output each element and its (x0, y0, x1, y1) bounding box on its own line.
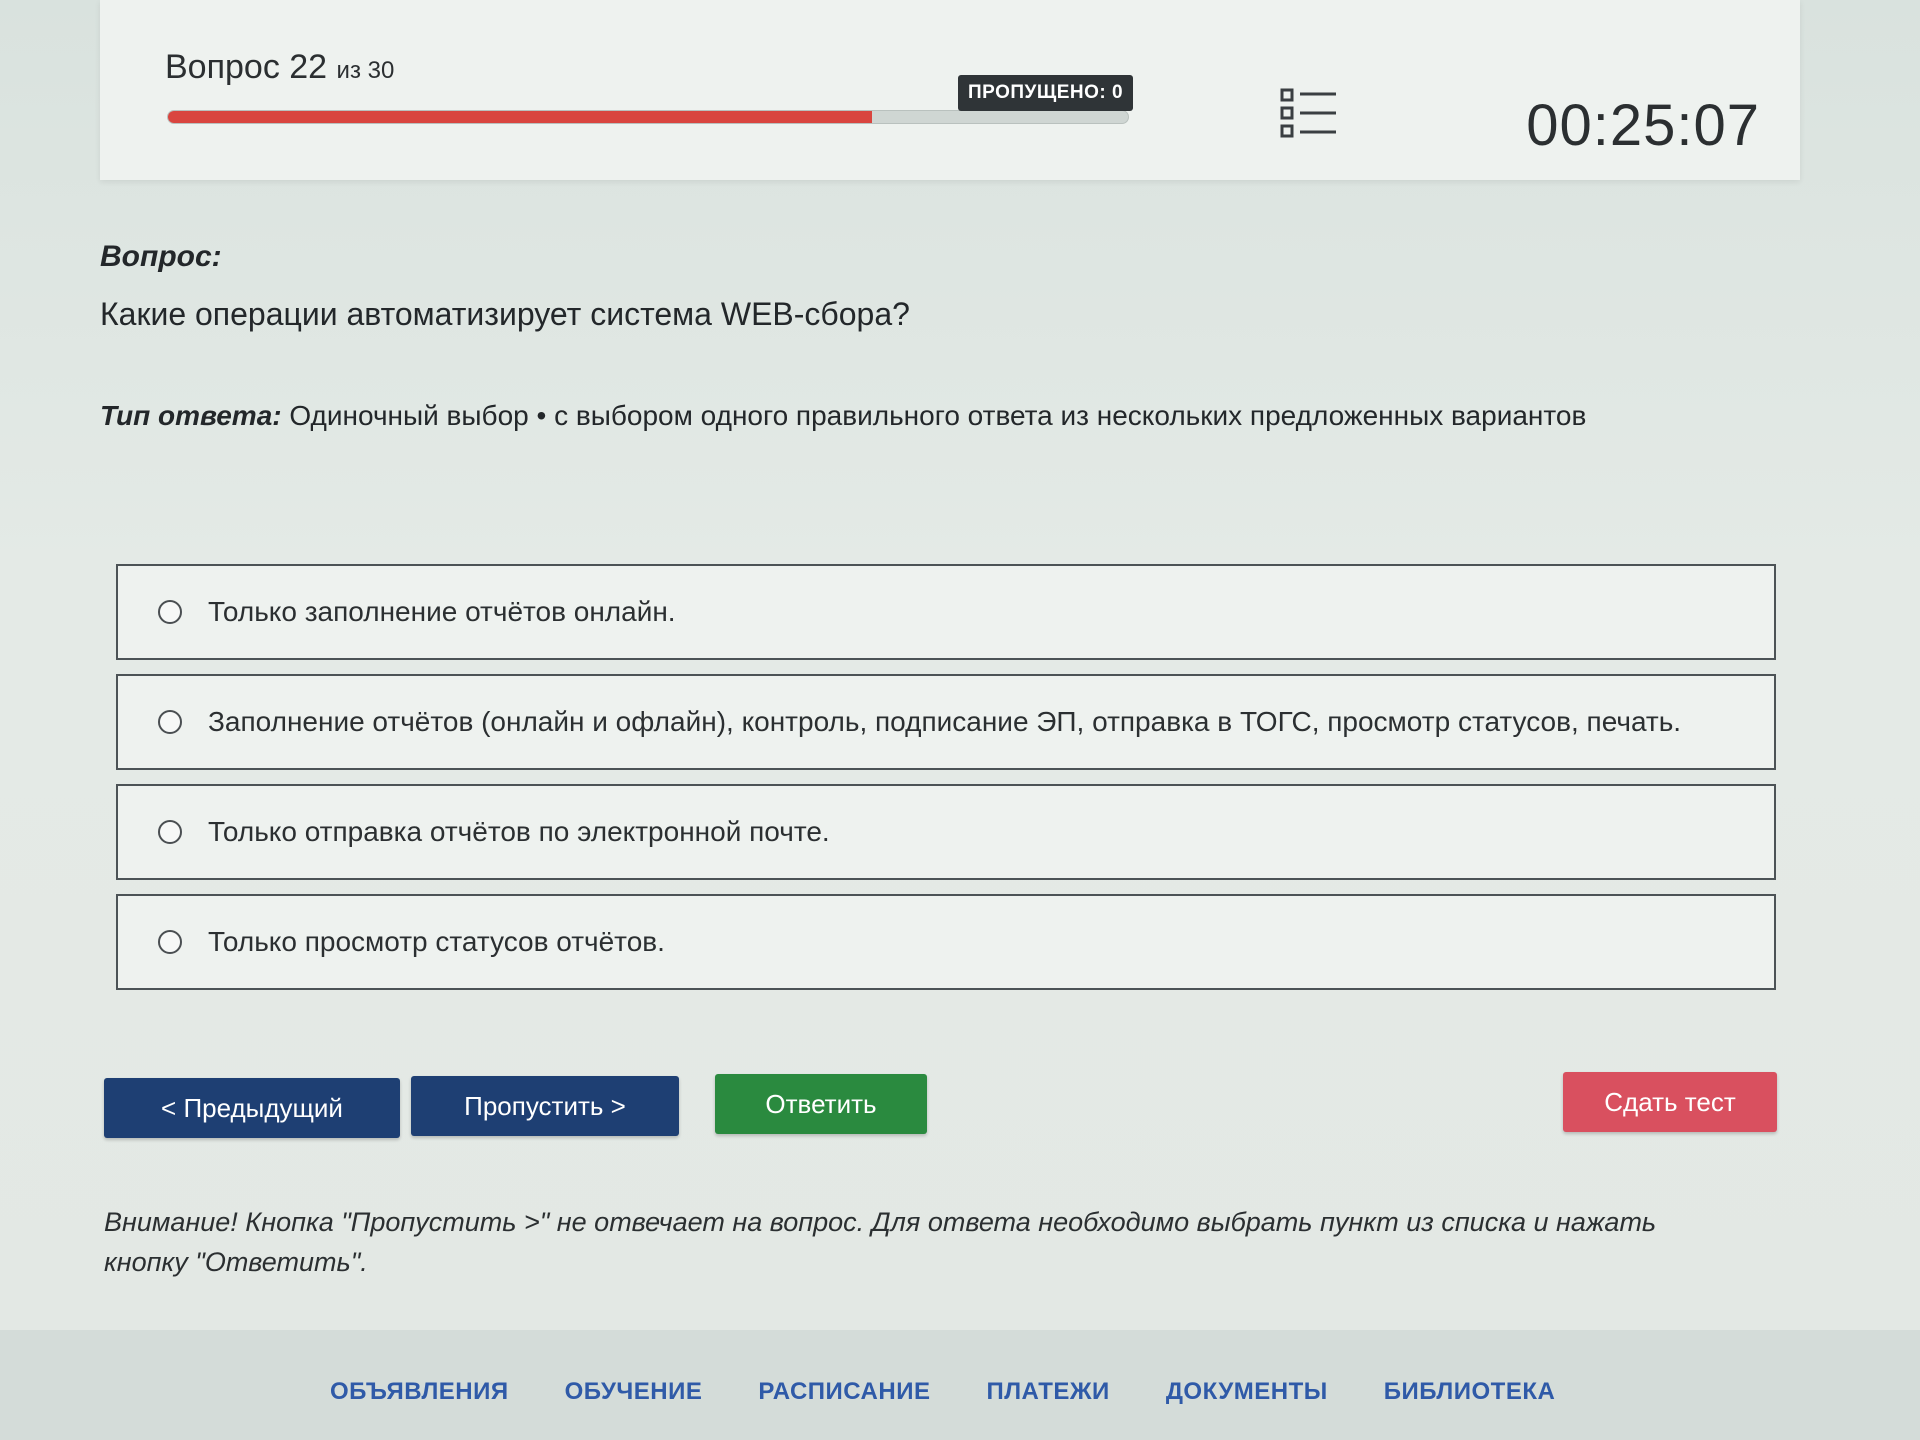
question-heading: Вопрос: (100, 240, 222, 273)
footer: ОБЪЯВЛЕНИЯ ОБУЧЕНИЕ РАСПИСАНИЕ ПЛАТЕЖИ Д… (0, 1330, 1920, 1440)
option-label: Только отправка отчётов по электронной п… (208, 816, 830, 847)
option-label: Только заполнение отчётов онлайн. (208, 596, 676, 627)
question-counter: Вопрос 22 из 30 (165, 48, 394, 87)
question-list-icon[interactable] (1280, 88, 1338, 140)
question-total: из 30 (336, 57, 395, 84)
answer-type: Тип ответа: Одиночный выбор • с выбором … (100, 400, 1586, 432)
radio-button[interactable] (158, 710, 182, 734)
radio-button[interactable] (158, 820, 182, 844)
submit-test-button[interactable]: Сдать тест (1563, 1072, 1777, 1132)
answer-type-label: Тип ответа: (100, 400, 282, 431)
radio-button[interactable] (158, 930, 182, 954)
answer-options: Только заполнение отчётов онлайн. Заполн… (116, 564, 1776, 1004)
radio-button[interactable] (158, 600, 182, 624)
nav-link-learning[interactable]: ОБУЧЕНИЕ (565, 1378, 703, 1406)
answer-option[interactable]: Только отправка отчётов по электронной п… (116, 784, 1776, 880)
nav-link-payments[interactable]: ПЛАТЕЖИ (986, 1378, 1109, 1406)
nav-link-documents[interactable]: ДОКУМЕНТЫ (1166, 1378, 1328, 1406)
nav-link-announcements[interactable]: ОБЪЯВЛЕНИЯ (330, 1378, 509, 1406)
timer: 00:25:07 (1526, 93, 1760, 158)
progress-bar (167, 110, 1129, 124)
option-label: Только просмотр статусов отчётов. (208, 926, 665, 957)
footer-nav: ОБЪЯВЛЕНИЯ ОБУЧЕНИЕ РАСПИСАНИЕ ПЛАТЕЖИ Д… (330, 1378, 1555, 1406)
answer-option[interactable]: Заполнение отчётов (онлайн и офлайн), ко… (116, 674, 1776, 770)
option-label: Заполнение отчётов (онлайн и офлайн), ко… (208, 706, 1682, 737)
question-number: Вопрос 22 (165, 48, 328, 86)
nav-link-library[interactable]: БИБЛИОТЕКА (1384, 1378, 1556, 1406)
nav-link-schedule[interactable]: РАСПИСАНИЕ (758, 1378, 930, 1406)
question-text: Какие операции автоматизирует система WE… (100, 296, 910, 332)
previous-button[interactable]: < Предыдущий (104, 1078, 400, 1138)
skipped-badge: ПРОПУЩЕНО: 0 (958, 75, 1134, 111)
test-header: Вопрос 22 из 30 ПРОПУЩЕНО: 0 00:25:07 (100, 0, 1800, 180)
answer-type-value: Одиночный выбор • с выбором одного прави… (281, 400, 1587, 431)
progress-bar-fill (168, 111, 872, 123)
answer-option[interactable]: Только заполнение отчётов онлайн. (116, 564, 1776, 660)
answer-option[interactable]: Только просмотр статусов отчётов. (116, 894, 1776, 990)
notice-text: Внимание! Кнопка "Пропустить >" не отвеч… (104, 1207, 1657, 1277)
skip-button[interactable]: Пропустить > (411, 1076, 679, 1136)
test-page: Вопрос 22 из 30 ПРОПУЩЕНО: 0 00:25:07 Во… (0, 0, 1920, 1440)
answer-button[interactable]: Ответить (715, 1074, 927, 1134)
